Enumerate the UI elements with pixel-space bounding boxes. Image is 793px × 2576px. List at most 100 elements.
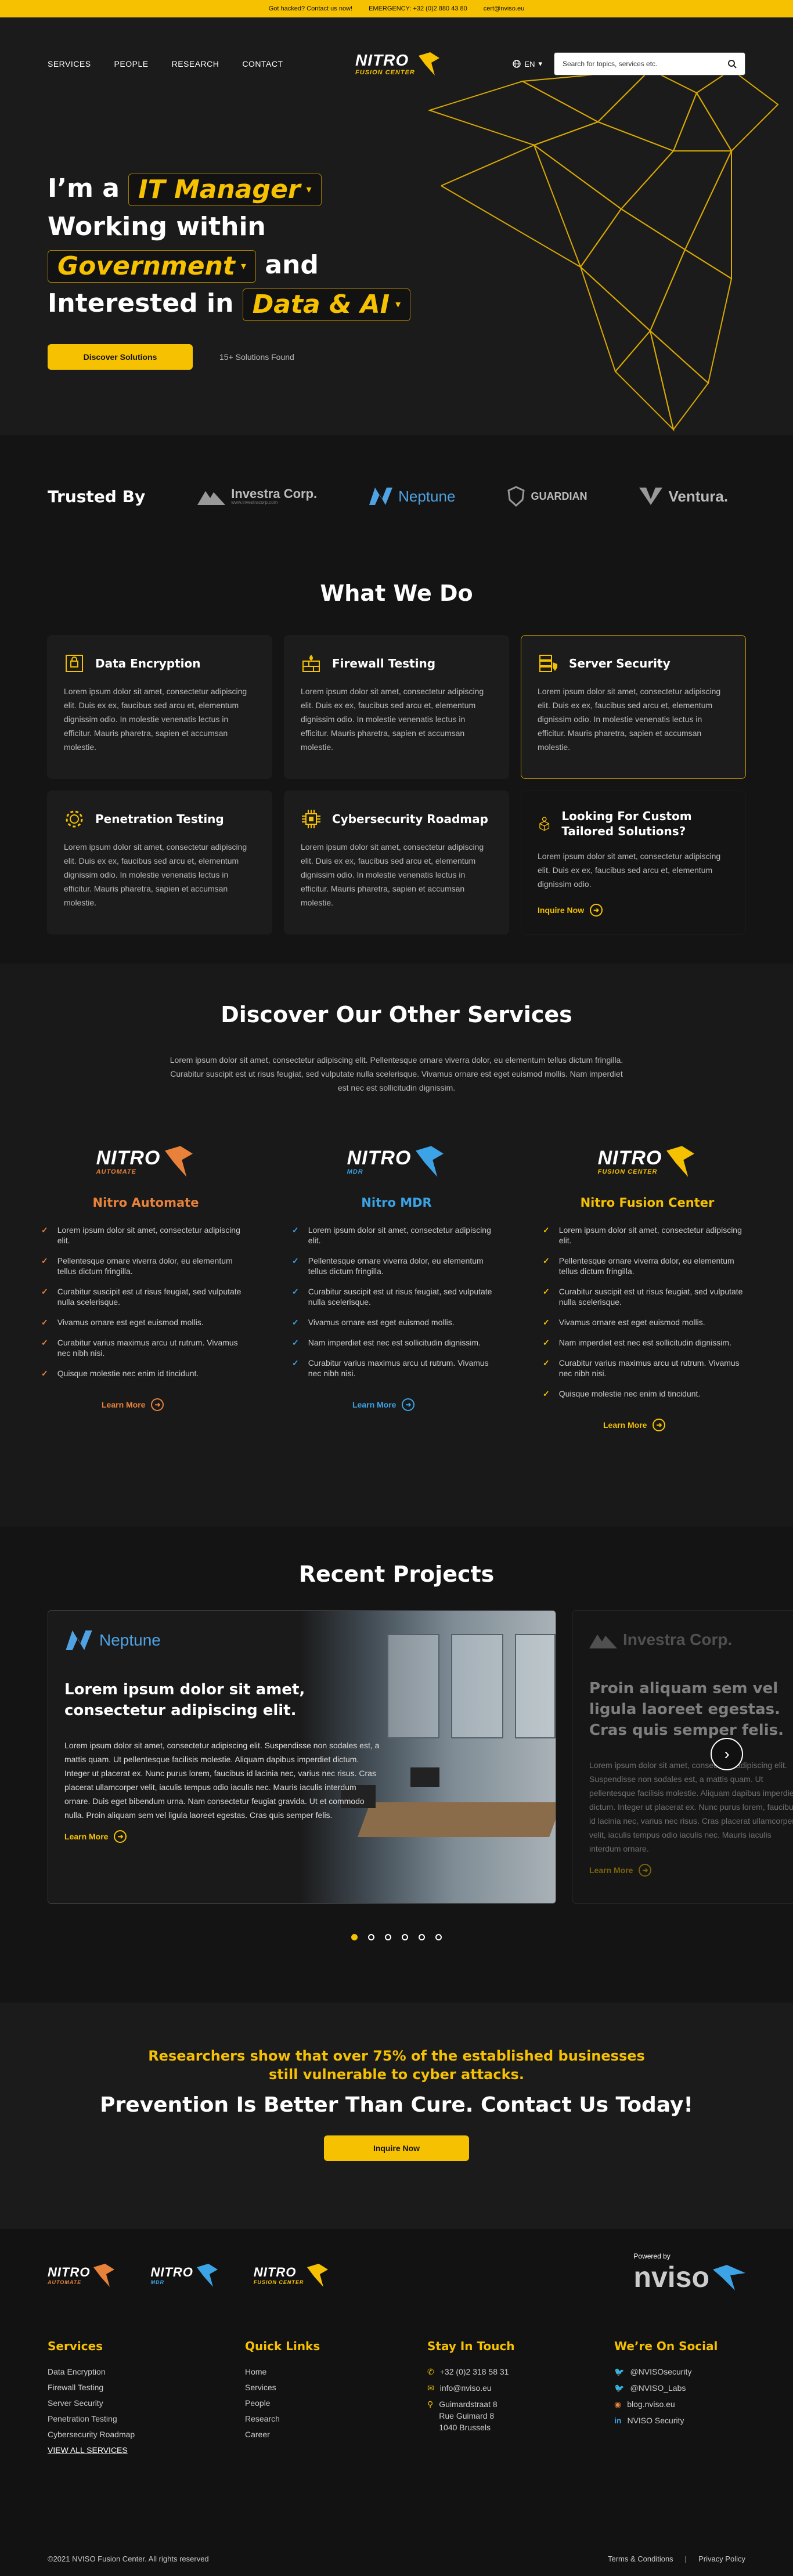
check-icon: ✓ — [41, 1287, 48, 1296]
footer-service-link[interactable]: Penetration Testing — [48, 2414, 245, 2423]
footer-product-logo[interactable]: NITRO AUTOMATE — [48, 2261, 116, 2289]
terms-link[interactable]: Terms & Conditions — [608, 2555, 673, 2563]
feature-text: Lorem ipsum dolor sit amet, consectetur … — [558, 1225, 742, 1245]
footer-quick-link[interactable]: Research — [245, 2414, 427, 2423]
service-card-firewall-testing[interactable]: Firewall Testing Lorem ipsum dolor sit a… — [284, 635, 509, 779]
social-blog[interactable]: ◉ blog.nviso.eu — [614, 2400, 754, 2409]
brand-guardian-name: GUARDIAN — [531, 490, 587, 502]
footer-quick-link[interactable]: Services — [245, 2383, 427, 2392]
check-icon: ✓ — [543, 1225, 550, 1235]
slide-brand-name: Investra Corp. — [623, 1630, 733, 1648]
footer-quick-link[interactable]: Career — [245, 2430, 427, 2439]
footer-product-logo[interactable]: NITRO FUSION CENTER — [254, 2261, 330, 2289]
project-slide-next[interactable]: Investra Corp. Proin aliquam sem vel lig… — [572, 1610, 793, 1904]
sector-dropdown[interactable]: Government ▾ — [48, 250, 256, 283]
slide-learn-more-link[interactable]: Learn More ➜ — [589, 1864, 793, 1877]
carousel-dot[interactable] — [385, 1934, 391, 1940]
service-card-penetration-testing[interactable]: Penetration Testing Lorem ipsum dolor si… — [47, 791, 272, 935]
inquire-now-link[interactable]: Inquire Now ➜ — [538, 904, 729, 917]
footer-contact-title: Stay In Touch — [427, 2339, 515, 2353]
footer-product-logo[interactable]: NITRO MDR — [150, 2261, 218, 2289]
feature-text: Curabitur suscipit est ut risus feugiat,… — [308, 1287, 492, 1307]
footer-quick-link[interactable]: People — [245, 2398, 427, 2408]
projects-title: Recent Projects — [298, 1561, 495, 1587]
view-all-services-link[interactable]: VIEW ALL SERVICES — [48, 2445, 245, 2455]
feature-item: ✓ Pellentesque ornare viverra dolor, eu e… — [543, 1255, 752, 1276]
search-input[interactable]: Search for topics, services etc. — [554, 52, 745, 75]
bird-logo-icon — [307, 2264, 329, 2287]
feature-item: ✓ Curabitur suscipit est ut risus feugiat… — [543, 1286, 752, 1307]
discover-solutions-button[interactable]: Discover Solutions — [48, 344, 193, 370]
powered-by-nviso[interactable]: Powered by nviso — [633, 2252, 745, 2294]
carousel-dot[interactable] — [435, 1934, 442, 1940]
privacy-link[interactable]: Privacy Policy — [698, 2555, 745, 2563]
phone-icon: ✆ — [427, 2367, 434, 2376]
search-icon[interactable] — [727, 59, 737, 68]
service-card-data-encryption[interactable]: Data Encryption Lorem ipsum dolor sit am… — [47, 635, 272, 779]
feature-item: ✓ Curabitur varius maximus arcu ut rutrum… — [543, 1358, 752, 1379]
language-label: EN — [524, 59, 535, 68]
services-intro: Lorem ipsum dolor sit amet, consectetur … — [170, 1055, 623, 1092]
footer-logo-main: NITRO — [150, 2264, 193, 2279]
feature-text: Pellentesque ornare viverra dolor, eu el… — [57, 1256, 233, 1276]
investra-brand: Investra Corp. — [589, 1630, 793, 1649]
social-twitter[interactable]: 🐦 @NVISOsecurity — [614, 2367, 754, 2377]
nitro-logo[interactable]: NITRO FUSION CENTER — [355, 50, 441, 78]
address-line: Rue Guimard 8 — [439, 2411, 495, 2420]
feature-item: ✓ Curabitur suscipit est ut risus feugiat… — [41, 1286, 250, 1307]
service-card-server-security[interactable]: Server Security Lorem ipsum dolor sit am… — [521, 635, 746, 779]
footer-quick-link[interactable]: Home — [245, 2367, 427, 2376]
nav-research[interactable]: RESEARCH — [172, 59, 219, 68]
footer-service-link[interactable]: Server Security — [48, 2398, 245, 2408]
project-slide[interactable]: Neptune Lorem ipsum dolor sit amet, cons… — [48, 1610, 556, 1904]
carousel-dot[interactable] — [402, 1934, 408, 1940]
feature-text: Pellentesque ornare viverra dolor, eu el… — [308, 1256, 484, 1276]
neptune-logo-icon — [369, 488, 393, 505]
footer-service-link[interactable]: Data Encryption — [48, 2367, 245, 2376]
cert-email[interactable]: cert@nviso.eu — [484, 5, 524, 12]
slide-heading: Lorem ipsum dolor sit amet, consectetur … — [64, 1681, 305, 1719]
check-icon: ✓ — [41, 1256, 48, 1265]
check-icon: ✓ — [41, 1338, 48, 1347]
interest-dropdown[interactable]: Data & AI ▾ — [242, 288, 411, 321]
social-twitter-labs[interactable]: 🐦 @NVISO_Labs — [614, 2383, 754, 2393]
language-selector[interactable]: EN ▾ — [513, 59, 542, 68]
nav-people[interactable]: PEOPLE — [114, 59, 149, 68]
product-learn-more-link[interactable]: Learn More ➜ — [352, 1398, 501, 1411]
feature-text: Curabitur varius maximus arcu ut rutrum.… — [558, 1358, 740, 1378]
arrow-right-icon: ➜ — [639, 1864, 652, 1877]
footer-contact-column: Stay In Touch ✆ +32 (0)2 318 58 31 ✉ info@… — [427, 2339, 614, 2461]
service-card-cybersecurity-roadmap[interactable]: Cybersecurity Roadmap Lorem ipsum dolor … — [284, 791, 509, 935]
feature-item: ✓ Pellentesque ornare viverra dolor, eu e… — [41, 1255, 250, 1276]
footer-service-link[interactable]: Firewall Testing — [48, 2383, 245, 2392]
nav-contact[interactable]: CONTACT — [242, 59, 283, 68]
social-linkedin[interactable]: in NVISO Security — [614, 2416, 754, 2425]
inquire-now-button[interactable]: Inquire Now — [324, 2135, 469, 2161]
footer-email[interactable]: ✉ info@nviso.eu — [427, 2383, 614, 2393]
card-title: Cybersecurity Roadmap — [332, 812, 488, 826]
location-pin-icon: ⚲ — [427, 2400, 434, 2409]
product-learn-more-link[interactable]: Learn More ➜ — [102, 1398, 250, 1411]
card-title: Server Security — [569, 656, 671, 670]
emergency-phone[interactable]: EMERGENCY: +32 (0)2 880 43 80 — [369, 5, 467, 12]
carousel-dot[interactable] — [419, 1934, 425, 1940]
product-logo-sub: FUSION CENTER — [597, 1168, 658, 1175]
product-logo: NITRO AUTOMATE — [41, 1135, 250, 1188]
carousel-next-button[interactable]: › — [711, 1738, 743, 1770]
bird-logo-icon — [416, 1146, 444, 1177]
services-title: Discover Our Other Services — [221, 1002, 572, 1027]
role-dropdown[interactable]: IT Manager ▾ — [128, 174, 322, 206]
nav-services[interactable]: SERVICES — [48, 59, 91, 68]
check-icon: ✓ — [543, 1358, 550, 1368]
mail-icon: ✉ — [427, 2383, 434, 2393]
carousel-dot[interactable] — [351, 1934, 358, 1940]
slide-learn-more-link[interactable]: Learn More ➜ — [64, 1830, 380, 1843]
carousel-dot[interactable] — [368, 1934, 374, 1940]
hacked-link[interactable]: Got hacked? Contact us now! — [269, 5, 352, 12]
card-title: Penetration Testing — [95, 812, 224, 826]
product-learn-more-link[interactable]: Learn More ➜ — [603, 1419, 752, 1431]
learn-more-label: Learn More — [102, 1400, 146, 1409]
product-logo-sub: MDR — [347, 1168, 363, 1175]
footer-service-link[interactable]: Cybersecurity Roadmap — [48, 2430, 245, 2439]
footer-phone[interactable]: ✆ +32 (0)2 318 58 31 — [427, 2367, 614, 2377]
